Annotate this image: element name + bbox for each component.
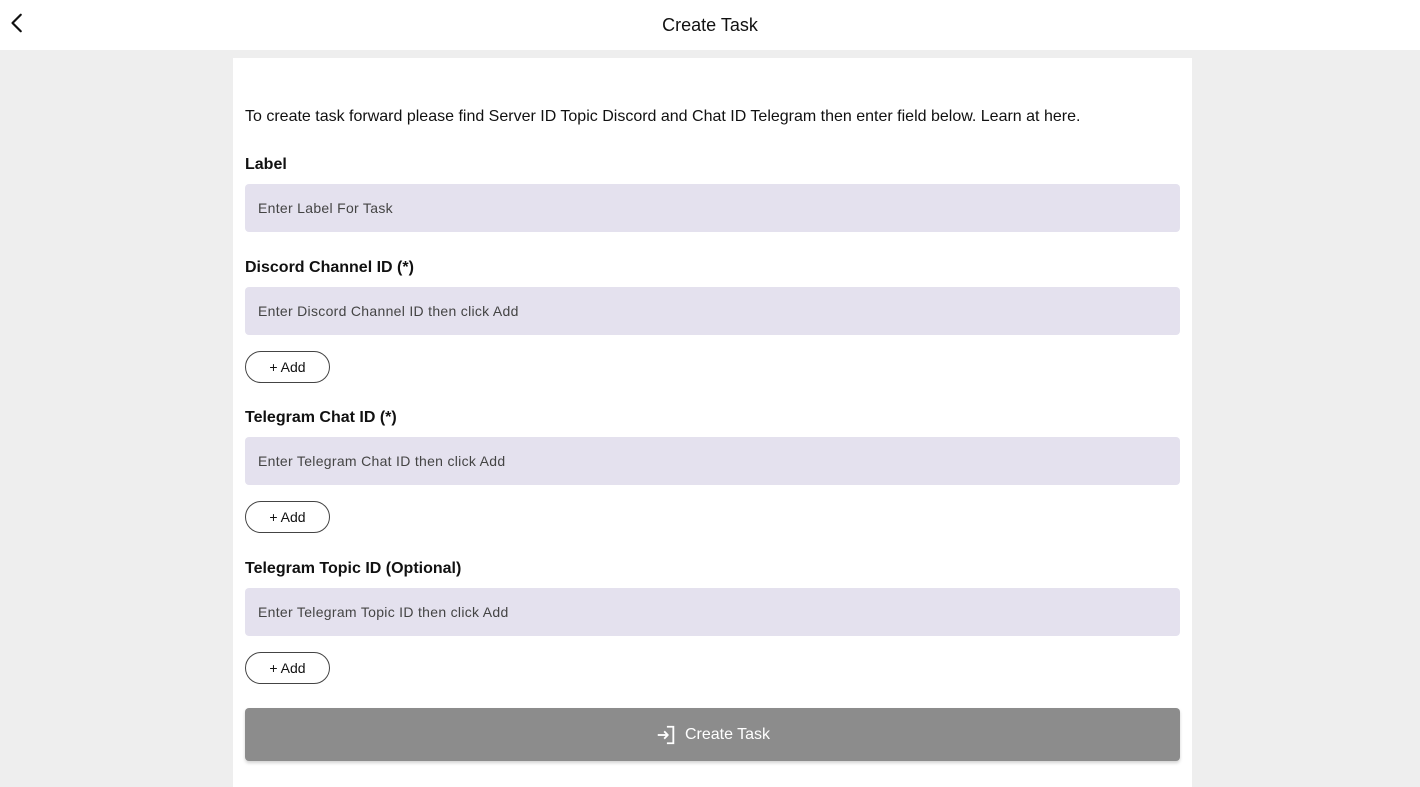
telegram-chat-id-input[interactable] (245, 437, 1180, 485)
create-task-button-label: Create Task (684, 725, 771, 743)
page-title: Create Task (662, 14, 758, 35)
telegram-chat-id-label: Telegram Chat ID (*) (245, 409, 397, 426)
chevron-left-icon (11, 13, 22, 33)
create-task-button[interactable]: Create Task (245, 708, 1180, 761)
label-input[interactable] (245, 184, 1180, 232)
create-task-form: To create task forward please find Serve… (233, 58, 1192, 787)
intro-text: To create task forward please find Serve… (245, 108, 1081, 125)
telegram-topic-id-input[interactable] (245, 588, 1180, 636)
back-button[interactable] (4, 9, 32, 37)
add-telegram-chat-button[interactable]: + Add (245, 501, 330, 533)
add-telegram-topic-button[interactable]: + Add (245, 652, 330, 684)
top-app-bar: Create Task (0, 0, 1420, 50)
add-discord-channel-button[interactable]: + Add (245, 351, 330, 383)
discord-channel-id-input[interactable] (245, 287, 1180, 335)
discord-channel-id-label: Discord Channel ID (*) (245, 259, 414, 276)
telegram-topic-id-label: Telegram Topic ID (Optional) (245, 560, 462, 577)
login-icon (655, 724, 677, 746)
label-field-label: Label (245, 156, 287, 173)
